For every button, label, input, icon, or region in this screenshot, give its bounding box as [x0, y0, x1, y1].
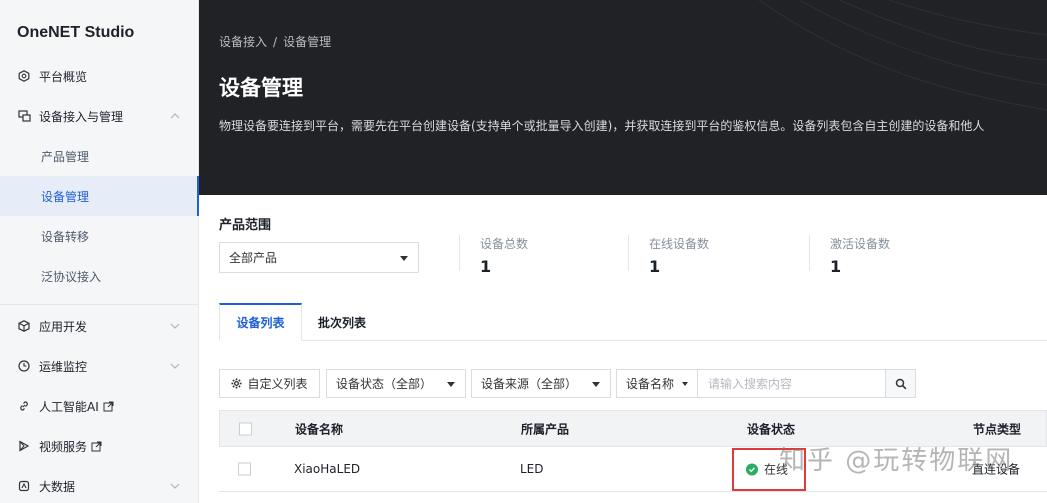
- sidebar-item-overview[interactable]: 平台概览: [0, 56, 199, 96]
- custom-columns-label: 自定义列表: [247, 377, 308, 391]
- column-header-device-name: 设备名称: [295, 422, 344, 436]
- device-status-filter[interactable]: 设备状态（全部）: [326, 369, 466, 398]
- sidebar-item-label: 运维监控: [39, 359, 88, 374]
- hexagon-icon: [17, 69, 31, 83]
- page-title: 设备管理: [219, 76, 303, 100]
- row-checkbox[interactable]: [238, 462, 251, 476]
- play-icon: [17, 439, 31, 453]
- tab-device-list[interactable]: 设备列表: [219, 303, 302, 341]
- external-link-icon: [91, 441, 102, 451]
- search-icon: [895, 378, 906, 389]
- sidebar-item-label: 应用开发: [39, 319, 88, 334]
- stat-online-devices: 在线设备数 1: [628, 235, 710, 276]
- sidebar-divider: [0, 304, 199, 305]
- stat-label: 在线设备数: [649, 237, 710, 251]
- column-header-node-type: 节点类型: [973, 422, 1022, 436]
- tab-batch-list[interactable]: 批次列表: [302, 303, 382, 341]
- sidebar-item-label: 平台概览: [39, 69, 88, 84]
- stat-activated-devices: 激活设备数 1: [809, 235, 891, 276]
- page-description: 物理设备要连接到平台，需要先在平台创建设备(支持单个或批量导入创建)，并获取连接…: [219, 119, 985, 133]
- brand-logo: OneNET Studio: [17, 24, 135, 41]
- search-field-value: 设备名称: [626, 377, 675, 391]
- sidebar-subitem-device-transfer[interactable]: 设备转移: [0, 216, 199, 256]
- database-icon: [17, 479, 31, 493]
- external-link-icon: [103, 401, 114, 411]
- column-header-status: 设备状态: [747, 422, 796, 436]
- device-source-filter-value: 设备来源（全部）: [481, 377, 578, 391]
- stat-total-devices: 设备总数 1: [459, 235, 529, 276]
- sidebar-item-device-access[interactable]: 设备接入与管理: [0, 96, 199, 136]
- link-icon: [17, 399, 31, 413]
- sidebar-item-bigdata[interactable]: 大数据: [0, 466, 199, 503]
- header-decoration: [758, 0, 1047, 111]
- gear-icon: [231, 378, 243, 389]
- search-button[interactable]: [885, 369, 916, 398]
- clock-icon: [17, 359, 31, 373]
- stat-value: 1: [480, 257, 492, 276]
- chevron-down-icon: [170, 483, 180, 489]
- sidebar-item-ai[interactable]: 人工智能AI: [0, 386, 199, 426]
- chevron-down-icon: [170, 363, 180, 369]
- sidebar-item-app-dev[interactable]: 应用开发: [0, 306, 199, 346]
- sidebar-item-label: 设备接入与管理: [39, 109, 124, 124]
- custom-columns-button[interactable]: 自定义列表: [219, 369, 320, 398]
- watermark: 知乎 @玩转物联网: [779, 446, 1014, 476]
- product-range-select[interactable]: 全部产品: [219, 242, 419, 273]
- breadcrumb-current: 设备管理: [283, 35, 332, 49]
- stat-value: 1: [649, 257, 661, 276]
- sidebar-subitem-device-management[interactable]: 设备管理: [0, 176, 199, 216]
- column-header-product: 所属产品: [521, 422, 570, 436]
- cube-icon: [17, 319, 31, 333]
- sidebar-item-label: 人工智能AI: [39, 399, 99, 414]
- search-input[interactable]: [697, 369, 886, 398]
- chevron-down-icon: [170, 323, 180, 329]
- page-header: 设备接入 / 设备管理 设备管理 物理设备要连接到平台，需要先在平台创建设备(支持单…: [199, 0, 1047, 195]
- caret-down-icon: [447, 382, 455, 387]
- breadcrumb-separator: /: [273, 35, 278, 49]
- breadcrumb: 设备接入 / 设备管理: [219, 33, 331, 50]
- caret-down-icon: [592, 382, 600, 387]
- device-source-filter[interactable]: 设备来源（全部）: [471, 369, 611, 398]
- stat-value: 1: [830, 257, 842, 276]
- device-icon: [17, 109, 31, 123]
- sidebar-subitem-product-management[interactable]: 产品管理: [0, 136, 199, 176]
- product-range-value: 全部产品: [229, 251, 278, 265]
- search-field-select[interactable]: 设备名称: [616, 369, 698, 398]
- sidebar: OneNET Studio 平台概览 设备接入与管理 产品管理 设备管理 设备转…: [0, 0, 199, 503]
- stat-label: 激活设备数: [830, 237, 891, 251]
- stat-label: 设备总数: [480, 237, 529, 251]
- sidebar-item-monitoring[interactable]: 运维监控: [0, 346, 199, 386]
- sidebar-item-label: 视频服务: [39, 439, 88, 454]
- select-all-checkbox[interactable]: [239, 422, 252, 435]
- caret-down-icon: [400, 256, 408, 261]
- chevron-up-icon: [170, 113, 180, 119]
- device-status-filter-value: 设备状态（全部）: [336, 377, 433, 391]
- caret-down-icon: [682, 382, 688, 386]
- sidebar-subitem-protocol-access[interactable]: 泛协议接入: [0, 256, 199, 296]
- cell-device-name[interactable]: XiaoHaLED: [294, 462, 360, 476]
- sidebar-item-video[interactable]: 视频服务: [0, 426, 199, 466]
- sidebar-item-label: 大数据: [39, 479, 76, 494]
- cell-product: LED: [520, 462, 544, 476]
- product-range-label: 产品范围: [219, 218, 272, 233]
- breadcrumb-link-device-access[interactable]: 设备接入: [219, 35, 267, 49]
